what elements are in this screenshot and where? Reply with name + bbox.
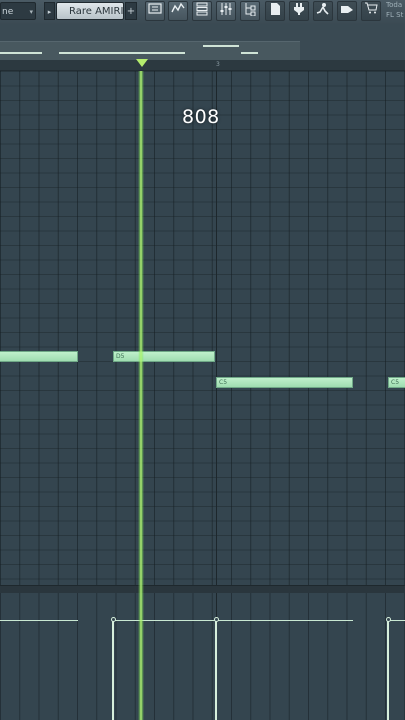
add-pattern-button[interactable]: +: [125, 2, 137, 20]
velocity-stem[interactable]: [215, 621, 217, 720]
shop-icon[interactable]: [361, 1, 381, 21]
velocity-bar: [0, 620, 78, 621]
velocity-stem[interactable]: [112, 621, 114, 720]
velocity-stem[interactable]: [387, 621, 389, 720]
toolbar: ne ▾ ▸ Rare AMIRI + Toda FL St: [0, 0, 405, 25]
mixer-icon[interactable]: [216, 1, 236, 21]
playlist-icon[interactable]: [168, 1, 188, 21]
hint-line: FL St: [386, 11, 404, 19]
project-icon[interactable]: [265, 1, 285, 21]
velocity-editor[interactable]: [0, 593, 405, 720]
velocity-handle[interactable]: [385, 617, 391, 622]
timeline-ruler[interactable]: 3: [0, 60, 405, 71]
bar-number: 3: [216, 61, 220, 68]
velocity-bar: [216, 620, 353, 621]
overlay-title: 808: [182, 106, 220, 128]
note[interactable]: C5: [388, 377, 405, 388]
note[interactable]: C5: [216, 377, 353, 388]
overview-note: [59, 52, 185, 54]
note-label: D5: [116, 353, 125, 360]
hint-bar: Toda FL St: [386, 0, 405, 24]
note-label: C5: [219, 379, 228, 386]
velocity-bar: [113, 620, 215, 621]
metronome-icon[interactable]: [337, 1, 357, 21]
audio-icon[interactable]: [313, 1, 333, 21]
hint-line: Toda: [386, 1, 403, 9]
snap-mode-value: ne: [2, 7, 14, 17]
bar-line: [216, 71, 217, 585]
piano-roll-icon[interactable]: [145, 1, 165, 21]
overview-note: [241, 52, 258, 54]
chevron-down-icon: ▾: [29, 8, 33, 16]
piano-roll-grid[interactable]: 808 D5 C5 C5: [0, 71, 405, 585]
pattern-menu-button[interactable]: ▸: [44, 2, 55, 20]
velocity-bar: [388, 620, 405, 621]
pattern-overview: [0, 24, 405, 61]
note[interactable]: [0, 351, 78, 362]
channel-rack-icon[interactable]: [192, 1, 212, 21]
snap-mode-select[interactable]: ne ▾: [0, 2, 36, 20]
overview-panel[interactable]: [0, 41, 300, 61]
playhead-marker[interactable]: [136, 59, 148, 67]
overview-note: [203, 45, 239, 47]
playhead-line: [138, 71, 144, 720]
plugin-icon[interactable]: [289, 1, 309, 21]
note[interactable]: D5: [113, 351, 215, 362]
browser-icon[interactable]: [240, 1, 260, 21]
velocity-handle[interactable]: [213, 617, 219, 622]
pattern-selector[interactable]: Rare AMIRI: [56, 2, 124, 20]
note-label: C5: [391, 379, 400, 386]
overview-note: [0, 52, 42, 54]
velocity-handle[interactable]: [110, 617, 116, 622]
